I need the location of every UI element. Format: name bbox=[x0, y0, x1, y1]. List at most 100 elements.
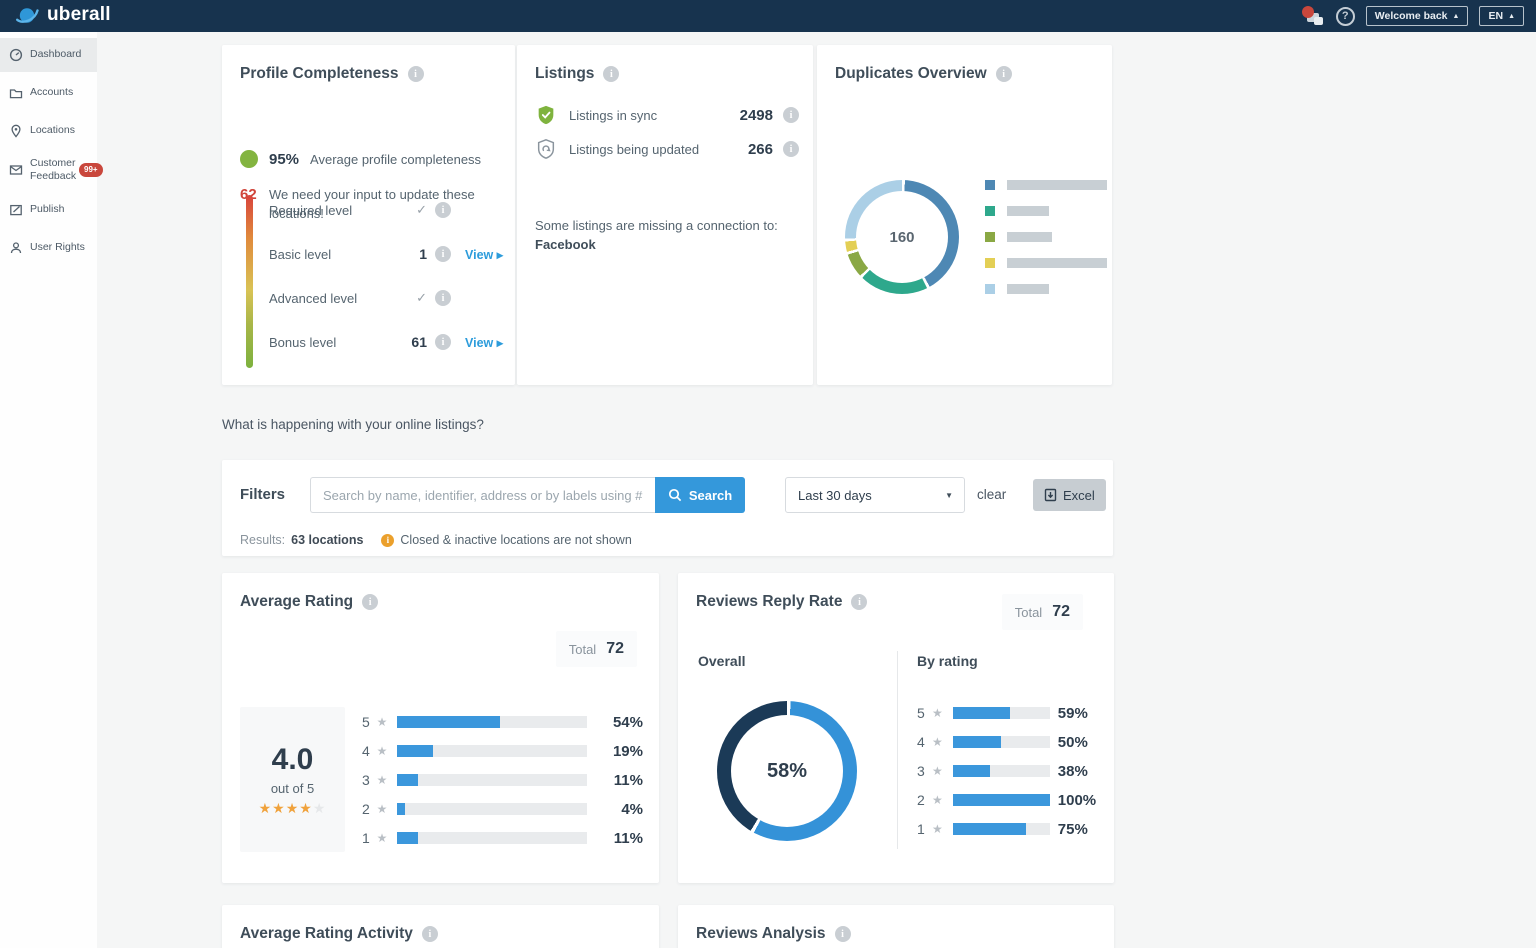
listings-title: Listings bbox=[535, 65, 594, 83]
results-label: Results: bbox=[240, 533, 285, 547]
info-icon[interactable]: i bbox=[408, 66, 424, 82]
reviews-analysis-title: Reviews Analysis bbox=[696, 925, 826, 943]
star-icon: ★ bbox=[932, 706, 943, 720]
excel-export-button[interactable]: Excel bbox=[1033, 479, 1106, 511]
reply-row-percent: 38% bbox=[1058, 763, 1088, 780]
average-score-box: 4.0 out of 5 ★★★★★ bbox=[240, 707, 345, 852]
reply-bar-track bbox=[953, 794, 1050, 806]
view-link[interactable]: View ▸ bbox=[451, 247, 503, 262]
reply-rate-donut-chart: 58% bbox=[717, 701, 857, 841]
legend-swatch bbox=[985, 232, 995, 242]
chat-bubble-small-icon bbox=[1314, 17, 1323, 25]
shield-check-icon bbox=[535, 104, 559, 126]
rating-bar-row-3: 3 ★ 11% bbox=[362, 773, 643, 787]
clear-filters-link[interactable]: clear bbox=[977, 487, 1006, 502]
legend-item bbox=[985, 206, 1107, 216]
search-input[interactable] bbox=[310, 477, 655, 513]
checkmark-icon: ✓ bbox=[401, 202, 427, 218]
legend-swatch bbox=[985, 284, 995, 294]
info-icon[interactable]: i bbox=[835, 926, 851, 942]
rating-bar-track bbox=[397, 716, 586, 728]
notice-info-icon[interactable]: i bbox=[381, 534, 394, 547]
info-icon[interactable]: i bbox=[435, 202, 451, 218]
sidebar-item-accounts[interactable]: Accounts bbox=[0, 79, 97, 107]
reply-row-percent: 75% bbox=[1058, 821, 1088, 838]
rating-bar-row-1: 1 ★ 11% bbox=[362, 831, 643, 845]
rating-bar-track bbox=[397, 745, 586, 757]
account-menu-label: Welcome back bbox=[1375, 10, 1448, 22]
reply-bar-track bbox=[953, 736, 1050, 748]
account-menu-button[interactable]: Welcome back ▲ bbox=[1366, 6, 1469, 26]
rating-row-number: 5 bbox=[362, 714, 373, 730]
sidebar-item-user-rights[interactable]: User Rights bbox=[0, 234, 97, 262]
legend-item bbox=[985, 258, 1107, 268]
rating-bar-row-4: 4 ★ 19% bbox=[362, 744, 643, 758]
uberall-logo[interactable]: uberall bbox=[14, 3, 111, 27]
rating-bar-fill bbox=[397, 774, 418, 786]
rating-row-number: 2 bbox=[362, 801, 373, 817]
date-range-value: Last 30 days bbox=[798, 488, 872, 503]
rating-row-number: 2 bbox=[917, 792, 928, 808]
info-icon[interactable]: i bbox=[783, 107, 799, 123]
level-label: Advanced level bbox=[269, 291, 401, 306]
sidebar-item-customer-feedback[interactable]: Customer Feedback 99+ bbox=[0, 150, 97, 190]
info-icon[interactable]: i bbox=[435, 290, 451, 306]
map-pin-icon bbox=[9, 124, 23, 138]
navbar-right-group: ? Welcome back ▲ EN ▲ bbox=[1301, 0, 1524, 32]
dashboard-page: uberall ? Welcome back ▲ EN ▲ Dashboard bbox=[0, 0, 1536, 948]
level-row-advanced: Advanced level ✓ i bbox=[269, 288, 503, 308]
star-icon: ★ bbox=[377, 802, 388, 816]
info-icon[interactable]: i bbox=[435, 246, 451, 262]
sidebar-item-publish[interactable]: Publish bbox=[0, 196, 97, 224]
notifications-icon[interactable] bbox=[1301, 4, 1325, 28]
info-icon[interactable]: i bbox=[603, 66, 619, 82]
rating-row-percent: 54% bbox=[587, 714, 643, 731]
reviews-reply-rate-title: Reviews Reply Rate bbox=[696, 593, 842, 611]
listings-row-label: Listings being updated bbox=[569, 142, 748, 157]
rating-row-number: 3 bbox=[917, 763, 928, 779]
help-icon[interactable]: ? bbox=[1336, 7, 1355, 26]
results-count: 63 locations bbox=[291, 533, 363, 547]
sidebar-item-locations[interactable]: Locations bbox=[0, 117, 97, 145]
sidebar: Dashboard Accounts Locations Customer Fe… bbox=[0, 32, 97, 948]
rating-row-percent: 19% bbox=[587, 743, 643, 760]
rating-bar-row-2: 2 ★ 4% bbox=[362, 802, 643, 816]
average-rating-activity-card: Average Rating Activity i bbox=[222, 905, 659, 948]
rating-row-percent: 11% bbox=[587, 830, 643, 847]
rating-row-number: 1 bbox=[362, 830, 373, 846]
search-button[interactable]: Search bbox=[655, 477, 745, 513]
checkmark-icon: ✓ bbox=[401, 290, 427, 306]
card-title: Listings i bbox=[535, 65, 619, 83]
sidebar-item-dashboard[interactable]: Dashboard bbox=[0, 38, 97, 72]
level-label: Bonus level bbox=[269, 335, 401, 350]
edit-square-icon bbox=[9, 203, 23, 217]
rating-row-number: 3 bbox=[362, 772, 373, 788]
brand-name: uberall bbox=[47, 4, 111, 26]
duplicates-title: Duplicates Overview bbox=[835, 65, 987, 83]
info-icon[interactable]: i bbox=[851, 594, 867, 610]
completeness-gradient-bar bbox=[246, 195, 253, 368]
language-menu-button[interactable]: EN ▲ bbox=[1479, 6, 1524, 26]
by-rating-label: By rating bbox=[917, 653, 978, 669]
card-title: Duplicates Overview i bbox=[835, 65, 1012, 83]
star-rating-icons: ★★★★★ bbox=[259, 800, 327, 817]
average-rating-card: Average Rating i Total 72 4.0 out of 5 ★… bbox=[222, 573, 659, 883]
level-row-bonus: Bonus level 61 i View ▸ bbox=[269, 332, 503, 352]
info-icon[interactable]: i bbox=[435, 334, 451, 350]
rating-row-number: 5 bbox=[917, 705, 928, 721]
dashboard-gauge-icon bbox=[9, 48, 23, 62]
info-icon[interactable]: i bbox=[422, 926, 438, 942]
excel-button-label: Excel bbox=[1063, 488, 1095, 503]
info-icon[interactable]: i bbox=[996, 66, 1012, 82]
star-icon: ★ bbox=[932, 822, 943, 836]
date-range-select[interactable]: Last 30 days ▼ bbox=[785, 477, 965, 513]
legend-item bbox=[985, 232, 1107, 242]
legend-swatch bbox=[985, 180, 995, 190]
info-icon[interactable]: i bbox=[362, 594, 378, 610]
sidebar-item-label: Accounts bbox=[30, 86, 73, 99]
reply-bar-fill bbox=[953, 707, 1010, 719]
view-link[interactable]: View ▸ bbox=[451, 335, 503, 350]
person-icon bbox=[9, 241, 23, 255]
duplicates-total-value: 160 bbox=[889, 229, 914, 246]
info-icon[interactable]: i bbox=[783, 141, 799, 157]
